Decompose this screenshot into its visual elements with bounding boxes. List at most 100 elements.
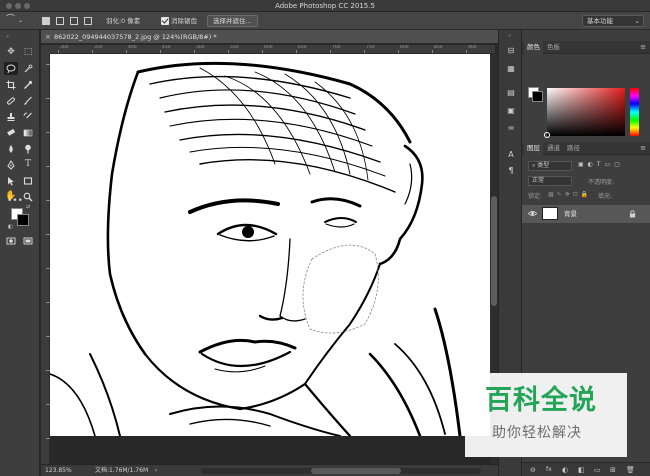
- color-picker-cursor[interactable]: [544, 132, 550, 138]
- layer-mask-icon[interactable]: ◧: [578, 464, 585, 476]
- ruler-tick-label: 850: [434, 45, 443, 50]
- add-to-selection-icon[interactable]: [56, 17, 64, 25]
- rectangle-tool-icon[interactable]: [21, 174, 35, 187]
- horizontal-scroll-thumb[interactable]: [311, 468, 401, 474]
- new-layer-icon[interactable]: ⊞: [610, 464, 616, 476]
- document-tab[interactable]: × 862022_094944037578_2.jpg @ 124%(RGB/8…: [41, 30, 515, 44]
- default-colors-icon[interactable]: ◧: [8, 224, 13, 230]
- quick-selection-tool-icon[interactable]: [21, 62, 35, 75]
- character-panel-icon[interactable]: A: [506, 150, 516, 160]
- adjustment-layer-icon[interactable]: ◐: [562, 464, 568, 476]
- tab-layers[interactable]: 图层: [524, 142, 543, 155]
- color-panel-tabs: 颜色 色板 ≡: [522, 41, 650, 54]
- chevron-down-icon[interactable]: ⌄: [18, 16, 23, 26]
- layers-panel-menu-icon[interactable]: ≡: [640, 142, 646, 155]
- path-selection-tool-icon[interactable]: [4, 174, 18, 187]
- zoom-window-icon[interactable]: [24, 3, 30, 9]
- workspace-switcher[interactable]: 基本功能 ⌄: [582, 15, 644, 27]
- close-document-icon[interactable]: ×: [45, 31, 51, 43]
- layer-filter-icons[interactable]: ▣◐T▭▢: [578, 161, 624, 168]
- antialias-label: 消除锯齿: [171, 17, 197, 25]
- feather-input[interactable]: 0 像素: [121, 16, 140, 26]
- layer-kind-filter[interactable]: ⌕ 类型: [528, 161, 572, 171]
- brush-tool-icon[interactable]: [21, 94, 35, 107]
- document-size-info[interactable]: 文档:1.76M/1.76M: [95, 466, 148, 476]
- minimize-window-icon[interactable]: [15, 3, 21, 9]
- type-tool-icon[interactable]: T: [21, 158, 35, 171]
- healing-brush-tool-icon[interactable]: [4, 94, 18, 107]
- history-brush-tool-icon[interactable]: [21, 110, 35, 123]
- layer-style-icon[interactable]: fx: [546, 464, 552, 476]
- ruler-tick-label: 800: [400, 45, 409, 50]
- new-selection-icon[interactable]: [42, 17, 50, 25]
- gradient-tool-icon[interactable]: [21, 126, 35, 139]
- layers-panel-footer: ⊖ fx ◐ ◧ ▭ ⊞ 🗑: [522, 462, 650, 476]
- tab-channels[interactable]: 通道: [544, 142, 563, 155]
- eraser-tool-icon[interactable]: [4, 126, 18, 139]
- subtract-from-selection-icon[interactable]: [70, 17, 78, 25]
- properties-panel-icon[interactable]: ▤: [506, 88, 516, 98]
- select-and-mask-button[interactable]: 选择并遮住...: [207, 15, 258, 27]
- swap-colors-icon[interactable]: ⇄: [26, 204, 30, 210]
- layer-name[interactable]: 背景: [564, 205, 577, 223]
- crop-tool-icon[interactable]: [4, 78, 18, 91]
- status-arrow-icon[interactable]: ›: [155, 466, 157, 476]
- opacity-label: 不透明度:: [588, 179, 615, 186]
- status-bar: 123.85% 文档:1.76M/1.76M ›: [41, 464, 515, 476]
- horizontal-ruler[interactable]: 300 350 400 450 500 550 600 650 700 750 800 850 900: [50, 45, 495, 54]
- link-layers-icon[interactable]: ⊖: [530, 464, 536, 476]
- antialias-checkbox[interactable]: [161, 17, 169, 25]
- collapse-dock-icon[interactable]: «: [508, 33, 511, 39]
- watermark-subtitle: 助你轻松解决: [492, 425, 582, 441]
- zoom-level[interactable]: 123.85%: [45, 466, 72, 476]
- swatches-panel-icon[interactable]: ▦: [506, 64, 516, 74]
- ruler-tick-label: 450: [162, 45, 171, 50]
- brush-panel-icon[interactable]: ♒: [506, 124, 516, 134]
- ruler-tick-label: 600: [264, 45, 273, 50]
- panel-background-swatch[interactable]: [532, 91, 543, 102]
- vertical-scroll-thumb[interactable]: [491, 196, 497, 306]
- screen-mode-icon[interactable]: [21, 234, 35, 247]
- chevron-down-icon: ⌄: [634, 17, 640, 25]
- lock-options-icons[interactable]: ▦✎✥⊡🔒: [548, 191, 591, 198]
- lasso-preset-icon[interactable]: ⌒: [6, 15, 15, 25]
- tab-color[interactable]: 颜色: [524, 41, 543, 54]
- tab-paths[interactable]: 路径: [564, 142, 583, 155]
- blur-tool-icon[interactable]: [4, 142, 18, 155]
- color-panel-menu-icon[interactable]: ≡: [640, 41, 646, 54]
- tab-swatches[interactable]: 色板: [544, 41, 563, 54]
- visibility-eye-icon[interactable]: [528, 209, 537, 218]
- pen-tool-icon[interactable]: [4, 158, 18, 171]
- lasso-tool-icon[interactable]: [4, 62, 18, 75]
- color-picker-field[interactable]: [544, 88, 625, 138]
- layers-panel-tabs: 图层 通道 路径 ≡: [522, 142, 650, 155]
- close-window-icon[interactable]: [6, 3, 12, 9]
- navigator-panel-icon[interactable]: ▣: [506, 106, 516, 116]
- document-canvas[interactable]: [50, 54, 490, 438]
- quick-mask-icon[interactable]: [4, 234, 18, 247]
- marquee-tool-icon[interactable]: ⬚: [21, 46, 35, 59]
- window-title: Adobe Photoshop CC 2015.5: [275, 2, 375, 10]
- layer-lock-icon[interactable]: [629, 210, 636, 218]
- lock-label: 锁定:: [528, 193, 543, 200]
- intersect-selection-icon[interactable]: [84, 17, 92, 25]
- new-group-icon[interactable]: ▭: [594, 464, 601, 476]
- layer-thumbnail: [542, 207, 558, 220]
- blend-mode-select[interactable]: 正常: [528, 176, 572, 186]
- canvas-area[interactable]: [50, 54, 495, 464]
- layer-row-background[interactable]: 背景: [522, 205, 650, 223]
- hue-slider[interactable]: [630, 88, 639, 136]
- collapse-tools-icon[interactable]: »: [6, 34, 9, 40]
- clone-stamp-tool-icon[interactable]: [4, 110, 18, 123]
- background-color-swatch[interactable]: [17, 214, 29, 226]
- paragraph-panel-icon[interactable]: ¶: [506, 166, 516, 176]
- ruler-origin[interactable]: [41, 45, 50, 54]
- move-tool-icon[interactable]: ✥: [4, 46, 18, 59]
- dodge-tool-icon[interactable]: [21, 142, 35, 155]
- history-panel-icon[interactable]: ⊟: [506, 46, 516, 56]
- vertical-ruler[interactable]: [41, 54, 50, 464]
- eyedropper-tool-icon[interactable]: [21, 78, 35, 91]
- horizontal-scrollbar[interactable]: [201, 468, 481, 474]
- delete-layer-icon[interactable]: 🗑: [626, 464, 635, 476]
- layer-kind-label: 类型: [537, 162, 550, 169]
